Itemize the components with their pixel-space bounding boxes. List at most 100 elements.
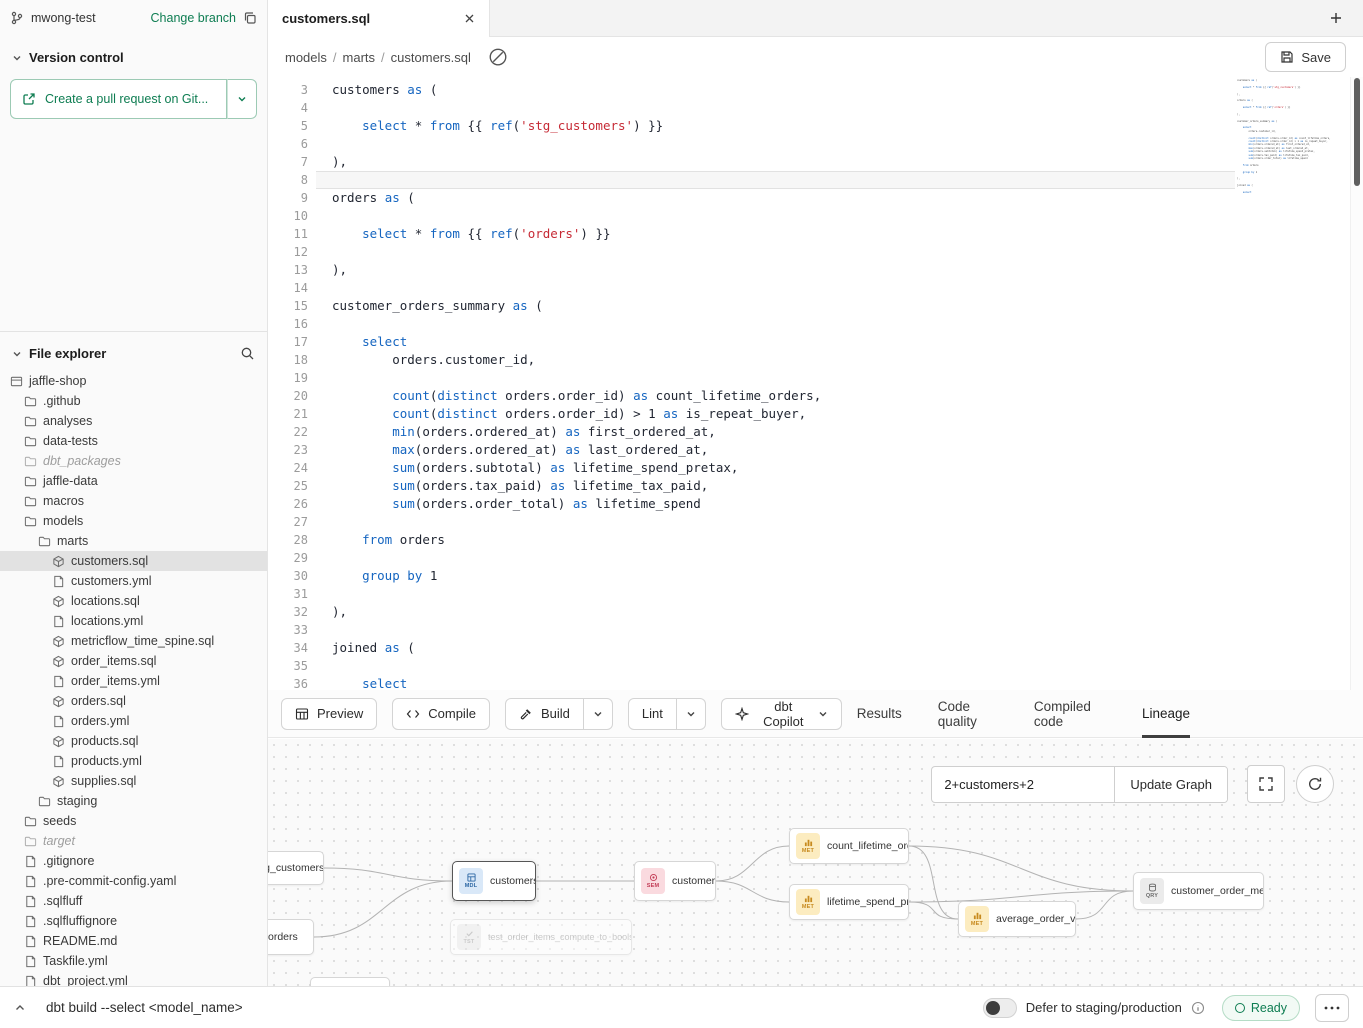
code-line-25[interactable]: 25 sum(orders.tax_paid) as lifetime_tax_… bbox=[268, 477, 1363, 495]
file-explorer-item-models[interactable]: models bbox=[0, 511, 267, 531]
code-line-36[interactable]: 36 select bbox=[268, 675, 1363, 690]
lineage-node-stg_customers[interactable]: MDLstg_customers bbox=[268, 851, 324, 885]
compile-button[interactable]: Compile bbox=[392, 698, 490, 730]
code-line-14[interactable]: 14 bbox=[268, 279, 1363, 297]
create-pr-button[interactable]: Create a pull request on Git... bbox=[10, 79, 227, 119]
file-explorer-item-jaffle-shop[interactable]: jaffle-shop bbox=[0, 371, 267, 391]
create-pr-dropdown-button[interactable] bbox=[227, 79, 257, 119]
code-line-6[interactable]: 6 bbox=[268, 135, 1363, 153]
file-explorer-item-orders.yml[interactable]: orders.yml bbox=[0, 711, 267, 731]
code-line-34[interactable]: 34joined as ( bbox=[268, 639, 1363, 657]
file-explorer-item-products.yml[interactable]: products.yml bbox=[0, 751, 267, 771]
search-icon[interactable] bbox=[240, 346, 255, 361]
code-line-26[interactable]: 26 sum(orders.order_total) as lifetime_s… bbox=[268, 495, 1363, 513]
lineage-canvas[interactable]: MDLstg_customers MDLorders MDLcustomers TST… bbox=[268, 739, 1363, 986]
file-explorer-item-seeds[interactable]: seeds bbox=[0, 811, 267, 831]
lineage-node-partial_node[interactable] bbox=[310, 977, 390, 986]
file-explorer-item-supplies.sql[interactable]: supplies.sql bbox=[0, 771, 267, 791]
code-line-12[interactable]: 12 bbox=[268, 243, 1363, 261]
file-explorer-item-order_items.yml[interactable]: order_items.yml bbox=[0, 671, 267, 691]
lineage-node-test_order_items[interactable]: TSTtest_order_items_compute_to_bools... bbox=[450, 919, 632, 955]
file-explorer-item-.gitignore[interactable]: .gitignore bbox=[0, 851, 267, 871]
file-explorer-item-order_items.sql[interactable]: order_items.sql bbox=[0, 651, 267, 671]
code-line-22[interactable]: 22 min(orders.ordered_at) as first_order… bbox=[268, 423, 1363, 441]
lint-button[interactable]: Lint bbox=[628, 698, 677, 730]
chevron-up-icon[interactable] bbox=[14, 1002, 26, 1014]
slash-circle-icon[interactable] bbox=[485, 44, 511, 70]
file-explorer-item-customers.yml[interactable]: customers.yml bbox=[0, 571, 267, 591]
lineage-search-input[interactable] bbox=[932, 767, 1114, 802]
new-tab-button[interactable] bbox=[1323, 5, 1349, 31]
code-editor[interactable]: 3customers as (45 select * from {{ ref('… bbox=[268, 77, 1363, 690]
chevron-down-icon[interactable] bbox=[12, 349, 22, 359]
editor-scrollbar[interactable] bbox=[1350, 77, 1363, 690]
more-options-button[interactable] bbox=[1315, 994, 1349, 1022]
lineage-node-orders[interactable]: MDLorders bbox=[268, 919, 314, 955]
file-explorer-item-dbt_project.yml[interactable]: dbt_project.yml bbox=[0, 971, 267, 986]
code-line-17[interactable]: 17 select bbox=[268, 333, 1363, 351]
file-explorer-item-dbt_packages[interactable]: dbt_packages bbox=[0, 451, 267, 471]
code-line-9[interactable]: 9orders as ( bbox=[268, 189, 1363, 207]
tab-code-quality[interactable]: Code quality bbox=[938, 690, 998, 738]
file-explorer-item-.pre-commit-config.yaml[interactable]: .pre-commit-config.yaml bbox=[0, 871, 267, 891]
file-explorer-item-orders.sql[interactable]: orders.sql bbox=[0, 691, 267, 711]
code-line-8[interactable]: 8 bbox=[268, 171, 1363, 189]
file-explorer-item-metricflow_time_spine.sql[interactable]: metricflow_time_spine.sql bbox=[0, 631, 267, 651]
code-line-35[interactable]: 35 bbox=[268, 657, 1363, 675]
info-icon[interactable] bbox=[1191, 1001, 1205, 1015]
file-explorer-item-data-tests[interactable]: data-tests bbox=[0, 431, 267, 451]
file-explorer-item-jaffle-data[interactable]: jaffle-data bbox=[0, 471, 267, 491]
scrollbar-thumb[interactable] bbox=[1354, 78, 1360, 186]
code-line-15[interactable]: 15customer_orders_summary as ( bbox=[268, 297, 1363, 315]
code-line-28[interactable]: 28 from orders bbox=[268, 531, 1363, 549]
code-line-20[interactable]: 20 count(distinct orders.order_id) as co… bbox=[268, 387, 1363, 405]
preview-button[interactable]: Preview bbox=[281, 698, 377, 730]
tab-customers-sql[interactable]: customers.sql bbox=[268, 0, 490, 37]
status-badge[interactable]: Ready bbox=[1222, 995, 1300, 1021]
build-dropdown-button[interactable] bbox=[584, 698, 613, 730]
file-explorer-item-README.md[interactable]: README.md bbox=[0, 931, 267, 951]
file-explorer-item-locations.yml[interactable]: locations.yml bbox=[0, 611, 267, 631]
file-explorer-item-locations.sql[interactable]: locations.sql bbox=[0, 591, 267, 611]
close-icon[interactable] bbox=[464, 13, 475, 24]
copy-branch-icon[interactable] bbox=[243, 11, 257, 25]
dbt-copilot-button[interactable]: dbt Copilot bbox=[721, 698, 842, 730]
minimap[interactable]: customers as ( select * from {{ ref('stg… bbox=[1237, 79, 1339, 199]
update-graph-button[interactable]: Update Graph bbox=[1114, 767, 1227, 802]
code-line-24[interactable]: 24 sum(orders.subtotal) as lifetime_spen… bbox=[268, 459, 1363, 477]
lineage-node-customers_mdl[interactable]: MDLcustomers bbox=[452, 861, 536, 901]
breadcrumb-marts[interactable]: marts bbox=[343, 50, 376, 65]
file-explorer-item-Taskfile.yml[interactable]: Taskfile.yml bbox=[0, 951, 267, 971]
code-line-3[interactable]: 3customers as ( bbox=[268, 81, 1363, 99]
code-line-11[interactable]: 11 select * from {{ ref('orders') }} bbox=[268, 225, 1363, 243]
code-line-16[interactable]: 16 bbox=[268, 315, 1363, 333]
code-line-23[interactable]: 23 max(orders.ordered_at) as last_ordere… bbox=[268, 441, 1363, 459]
code-line-27[interactable]: 27 bbox=[268, 513, 1363, 531]
code-line-19[interactable]: 19 bbox=[268, 369, 1363, 387]
code-line-4[interactable]: 4 bbox=[268, 99, 1363, 117]
lint-dropdown-button[interactable] bbox=[677, 698, 706, 730]
fullscreen-button[interactable] bbox=[1247, 765, 1285, 803]
breadcrumb-models[interactable]: models bbox=[285, 50, 327, 65]
save-button[interactable]: Save bbox=[1265, 42, 1346, 72]
file-explorer-item-customers.sql[interactable]: customers.sql bbox=[0, 551, 267, 571]
code-line-31[interactable]: 31 bbox=[268, 585, 1363, 603]
file-explorer-item-.sqlfluffignore[interactable]: .sqlfluffignore bbox=[0, 911, 267, 931]
change-branch-link[interactable]: Change branch bbox=[151, 11, 236, 25]
tab-results[interactable]: Results bbox=[857, 690, 902, 738]
code-line-5[interactable]: 5 select * from {{ ref('stg_customers') … bbox=[268, 117, 1363, 135]
tab-lineage[interactable]: Lineage bbox=[1142, 690, 1190, 738]
lineage-node-customer_order_metrics[interactable]: QRYcustomer_order_metrics bbox=[1133, 872, 1264, 910]
file-explorer-item-marts[interactable]: marts bbox=[0, 531, 267, 551]
lineage-node-average_order_value[interactable]: METaverage_order_value bbox=[958, 901, 1076, 937]
defer-toggle[interactable] bbox=[983, 998, 1017, 1018]
tab-compiled-code[interactable]: Compiled code bbox=[1034, 690, 1106, 738]
refresh-button[interactable] bbox=[1296, 765, 1334, 803]
code-line-29[interactable]: 29 bbox=[268, 549, 1363, 567]
file-explorer-item-macros[interactable]: macros bbox=[0, 491, 267, 511]
code-line-7[interactable]: 7), bbox=[268, 153, 1363, 171]
file-explorer-item-target[interactable]: target bbox=[0, 831, 267, 851]
code-line-13[interactable]: 13), bbox=[268, 261, 1363, 279]
file-explorer-item-analyses[interactable]: analyses bbox=[0, 411, 267, 431]
code-line-32[interactable]: 32), bbox=[268, 603, 1363, 621]
